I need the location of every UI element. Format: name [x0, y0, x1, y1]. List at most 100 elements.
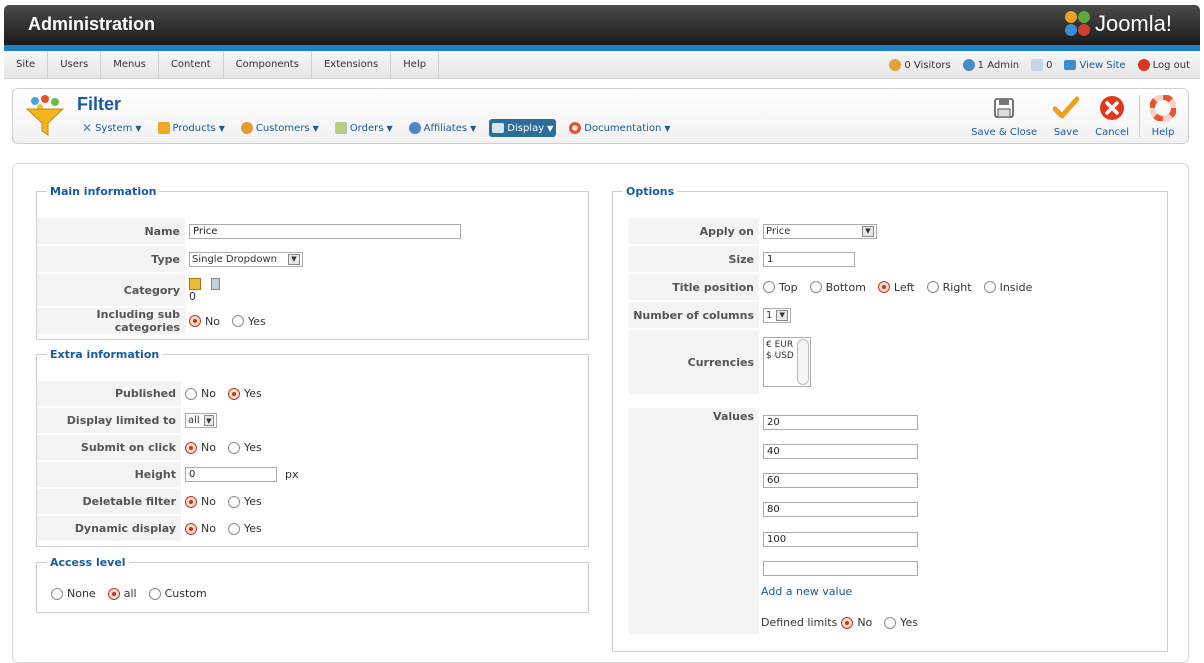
cancel-button[interactable]: Cancel: [1087, 95, 1137, 138]
deletable-no-radio[interactable]: [185, 495, 197, 508]
access-none-radio[interactable]: [51, 587, 63, 600]
value-input-4[interactable]: [763, 502, 918, 517]
chevron-down-icon: ▼: [312, 123, 319, 133]
page-title: Filter: [77, 94, 122, 114]
options-legend: Options: [626, 185, 675, 198]
value-input-6[interactable]: [763, 561, 918, 576]
add-value-link[interactable]: Add a new value: [761, 585, 852, 598]
defined-no-radio[interactable]: [841, 616, 854, 629]
currencies-label: Currencies: [629, 330, 759, 394]
dynamic-no-radio[interactable]: [185, 522, 197, 535]
submenu-display[interactable]: Display ▼: [489, 119, 557, 137]
listbox-scrollbar[interactable]: [797, 339, 809, 385]
save-close-button[interactable]: Save & Close: [963, 95, 1045, 138]
joomla-logo[interactable]: Joomla!: [1064, 11, 1172, 37]
submit-no-radio[interactable]: [185, 441, 197, 454]
title-bottom-radio[interactable]: [809, 281, 822, 293]
admin-count: 1 Admin: [977, 59, 1020, 71]
main-information-fieldset: Main information Name Type Single Dropdo…: [36, 185, 589, 340]
size-input[interactable]: [763, 251, 855, 267]
submenu-affiliates[interactable]: Affiliates ▼: [406, 119, 480, 137]
height-input[interactable]: [185, 467, 277, 482]
chevron-down-icon: ▼: [664, 123, 671, 133]
apply-on-row: Apply on Price ▼: [629, 218, 877, 244]
menu-components[interactable]: Components: [224, 51, 312, 79]
published-no-radio[interactable]: [185, 387, 197, 400]
monitor-icon: [1064, 60, 1077, 70]
submit-on-click-label: Submit on click: [37, 435, 181, 460]
category-value: 0: [189, 289, 196, 303]
logout-label: Log out: [1152, 59, 1190, 71]
dropdown-arrow-icon: ▼: [203, 415, 214, 426]
chevron-down-icon: ▼: [470, 123, 477, 133]
menu-content[interactable]: Content: [159, 51, 224, 79]
options-fieldset: Options Apply on Price▼ Size Title posit…: [612, 185, 1168, 652]
view-site-link[interactable]: View Site: [1064, 60, 1126, 71]
menu-site[interactable]: Site: [4, 51, 49, 79]
help-button[interactable]: Help: [1142, 95, 1184, 138]
save-button[interactable]: Save: [1045, 95, 1087, 138]
chevron-down-icon: ▼: [218, 123, 225, 133]
display-limited-select[interactable]: all ▼: [185, 413, 217, 428]
main-information-legend: Main information: [50, 185, 157, 198]
visitors-icon: [889, 59, 902, 71]
defined-yes-radio[interactable]: [884, 616, 897, 629]
menu-help[interactable]: Help: [391, 51, 440, 79]
apply-on-select[interactable]: Price ▼: [763, 223, 877, 239]
lifebuoy-icon: [1150, 95, 1176, 121]
name-input[interactable]: [189, 223, 461, 239]
columns-select[interactable]: 1 ▼: [763, 307, 791, 323]
value-input-5[interactable]: [763, 532, 918, 547]
type-select[interactable]: Single Dropdown ▼: [189, 251, 303, 267]
logout-link[interactable]: Log out: [1137, 59, 1190, 71]
display-icon: [492, 123, 505, 133]
messages-status[interactable]: 0: [1031, 59, 1052, 71]
currencies-listbox[interactable]: € EUR $ USD: [763, 337, 811, 387]
submit-yes-radio[interactable]: [227, 441, 240, 454]
title-right-radio[interactable]: [926, 281, 939, 293]
admin-icon: [962, 59, 975, 71]
subcat-no-radio[interactable]: [189, 315, 201, 327]
messages-count: 0: [1046, 59, 1053, 71]
access-custom-radio[interactable]: [148, 587, 161, 600]
height-label: Height: [37, 462, 181, 487]
access-all-radio[interactable]: [107, 587, 120, 600]
title-top-radio[interactable]: [763, 281, 775, 293]
delete-trash-icon[interactable]: [211, 277, 220, 290]
admin-status: 1 Admin: [962, 59, 1020, 71]
deletable-yes-radio[interactable]: [227, 495, 240, 508]
submenu-products[interactable]: Products ▼: [155, 119, 228, 137]
menu-users[interactable]: Users: [48, 51, 102, 79]
size-row: Size: [629, 246, 855, 272]
submenu-system[interactable]: ✕ System ▼: [79, 119, 145, 137]
published-yes-radio[interactable]: [227, 387, 240, 400]
display-limited-row: Display limited to all ▼: [37, 408, 217, 433]
submenu-orders[interactable]: Orders ▼: [332, 119, 396, 137]
help-lifebuoy-icon: [569, 122, 582, 134]
joomla-logo-text: Joomla!: [1094, 11, 1172, 36]
chevron-down-icon: ▼: [386, 123, 393, 133]
message-icon: [1031, 59, 1044, 71]
value-input-3[interactable]: [763, 473, 918, 488]
size-label: Size: [629, 246, 759, 272]
dropdown-arrow-icon: ▼: [776, 309, 788, 321]
type-label: Type: [37, 246, 185, 272]
category-row: Category 0: [37, 274, 220, 306]
edit-pencil-icon[interactable]: [189, 277, 201, 290]
submenu-customers[interactable]: Customers ▼: [238, 119, 322, 137]
name-label: Name: [37, 218, 185, 244]
logout-icon: [1137, 59, 1150, 71]
value-input-2[interactable]: [763, 444, 918, 459]
subcategories-label: Including sub categories: [37, 308, 185, 334]
title-left-radio[interactable]: [877, 281, 890, 293]
dynamic-label: Dynamic display: [37, 516, 181, 541]
menu-extensions[interactable]: Extensions: [312, 51, 392, 79]
dynamic-yes-radio[interactable]: [227, 522, 240, 535]
submenu-documentation[interactable]: Documentation ▼: [566, 119, 673, 137]
value-input-1[interactable]: [763, 415, 918, 430]
subcat-yes-radio[interactable]: [231, 315, 244, 327]
filter-funnel-icon: [25, 95, 65, 136]
menu-menus[interactable]: Menus: [101, 51, 159, 79]
title-inside-radio[interactable]: [983, 281, 996, 293]
tools-icon: ✕: [82, 121, 93, 135]
